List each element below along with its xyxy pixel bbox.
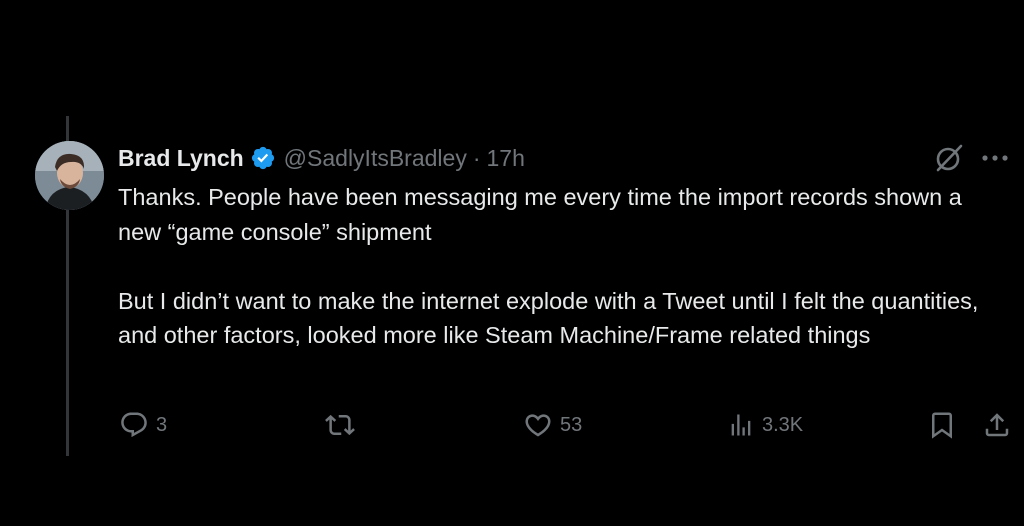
reply-button[interactable]: 3	[119, 405, 167, 445]
views-count: 3.3K	[762, 413, 804, 436]
author-display-name[interactable]: Brad Lynch	[118, 145, 244, 172]
reply-icon	[119, 410, 149, 440]
tweet-header: Brad Lynch @SadlyItsBradley · 17h	[118, 141, 525, 175]
verified-badge-icon	[250, 145, 276, 171]
views-icon	[727, 410, 755, 440]
retweet-icon	[325, 410, 355, 440]
reply-count: 3	[156, 413, 168, 436]
header-separator: ·	[472, 144, 481, 171]
avatar[interactable]	[35, 141, 104, 210]
like-button[interactable]: 53	[523, 405, 582, 445]
tweet-paragraph: But I didn’t want to make the internet e…	[118, 287, 979, 349]
tweet-paragraph: Thanks. People have been messaging me ev…	[118, 184, 962, 245]
retweet-button[interactable]	[325, 405, 362, 445]
views-button[interactable]: 3.3K	[727, 405, 803, 445]
share-button[interactable]	[982, 405, 1012, 445]
share-icon	[982, 410, 1012, 440]
like-count: 53	[560, 413, 583, 436]
bookmark-button[interactable]	[927, 405, 957, 445]
action-bar: 3 53 3.3K	[0, 405, 1024, 445]
grok-icon[interactable]	[934, 143, 964, 173]
timestamp[interactable]: 17h	[487, 145, 525, 172]
author-handle[interactable]: @SadlyItsBradley	[284, 145, 467, 172]
bookmark-icon	[927, 410, 957, 440]
like-icon	[523, 410, 553, 440]
tweet-text: Thanks. People have been messaging me ev…	[118, 180, 998, 353]
more-icon[interactable]	[981, 145, 1009, 171]
